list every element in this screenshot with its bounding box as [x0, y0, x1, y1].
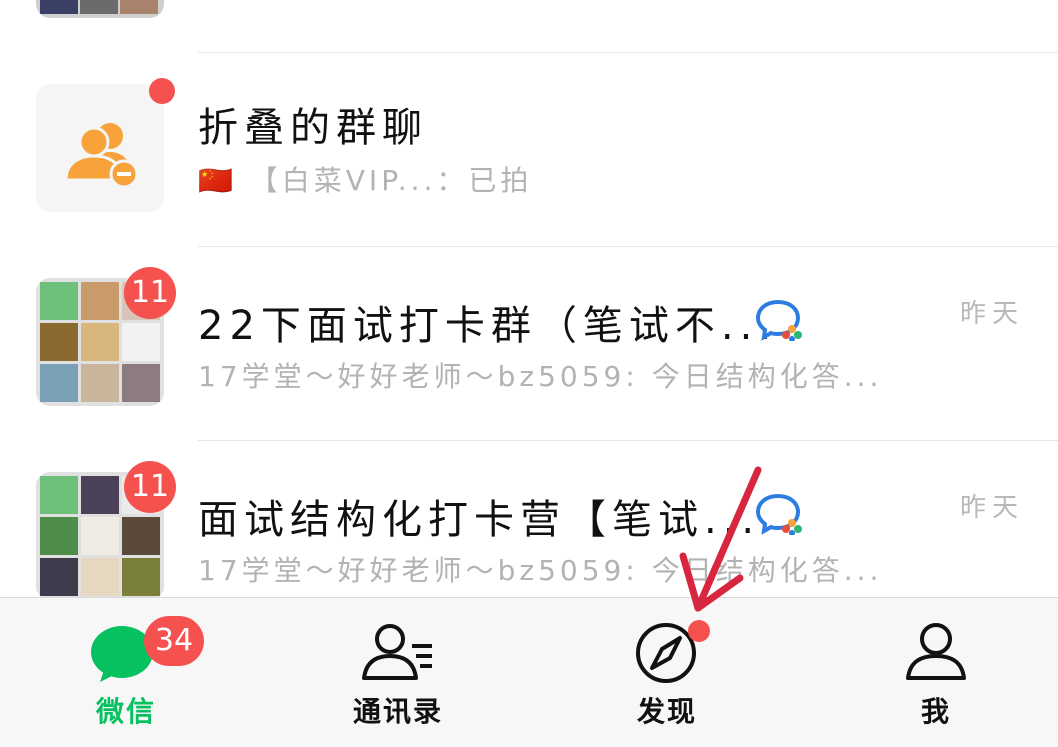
tab-label: 微信 — [95, 695, 156, 728]
chat-row-folded[interactable]: 折叠的群聊 🇨🇳 【白菜VIP...：已拍 — [0, 53, 1058, 247]
chat-list-screen: 折叠的群聊 🇨🇳 【白菜VIP...：已拍 11 22下面试打卡群（笔试不... — [0, 0, 1058, 747]
chat-preview: 17学堂～好好老师～bz5059: 今日结构化答... — [198, 554, 883, 587]
tab-unread-badge: 34 — [144, 616, 204, 666]
tab-discover[interactable]: 发现 — [567, 598, 767, 747]
chat-title: 22下面试打卡群（笔试不... — [198, 303, 778, 349]
partial-group-avatar[interactable] — [36, 0, 164, 18]
unread-count-badge: 11 — [124, 267, 176, 319]
tab-me[interactable]: 我 — [836, 598, 1036, 747]
folded-group-avatar — [36, 84, 164, 212]
unread-count-badge: 11 — [124, 461, 176, 513]
chat-row-group-1[interactable]: 11 22下面试打卡群（笔试不... 昨天 17学堂～好好老师～bz5059: … — [0, 247, 1058, 441]
tab-label: 通讯录 — [352, 695, 443, 728]
tab-label: 发现 — [636, 695, 697, 728]
tab-contacts[interactable]: 通讯录 — [298, 598, 498, 747]
tab-label: 我 — [920, 695, 951, 728]
chat-title: 面试结构化打卡营【笔试... — [198, 497, 761, 543]
person-icon — [906, 623, 966, 680]
chat-time: 昨天 — [959, 299, 1024, 329]
wecom-icon — [756, 299, 802, 341]
unread-dot — [149, 78, 175, 104]
chat-preview: 17学堂～好好老师～bz5059: 今日结构化答... — [198, 360, 883, 393]
folded-group-icon — [64, 123, 139, 189]
chat-title: 折叠的群聊 — [198, 105, 428, 151]
contacts-icon — [362, 624, 432, 680]
wecom-icon — [756, 493, 802, 535]
tab-chats[interactable]: 34 微信 — [26, 598, 226, 747]
china-flag-icon: 🇨🇳 — [198, 164, 237, 197]
bottom-tab-bar: 34 微信 通讯录 发现 我 — [0, 597, 1058, 747]
chat-preview: 🇨🇳 【白菜VIP...：已拍 — [198, 159, 532, 199]
chat-time: 昨天 — [959, 493, 1024, 523]
discover-dot — [688, 620, 710, 642]
chat-preview-text: 【白菜VIP...：已拍 — [249, 164, 533, 197]
